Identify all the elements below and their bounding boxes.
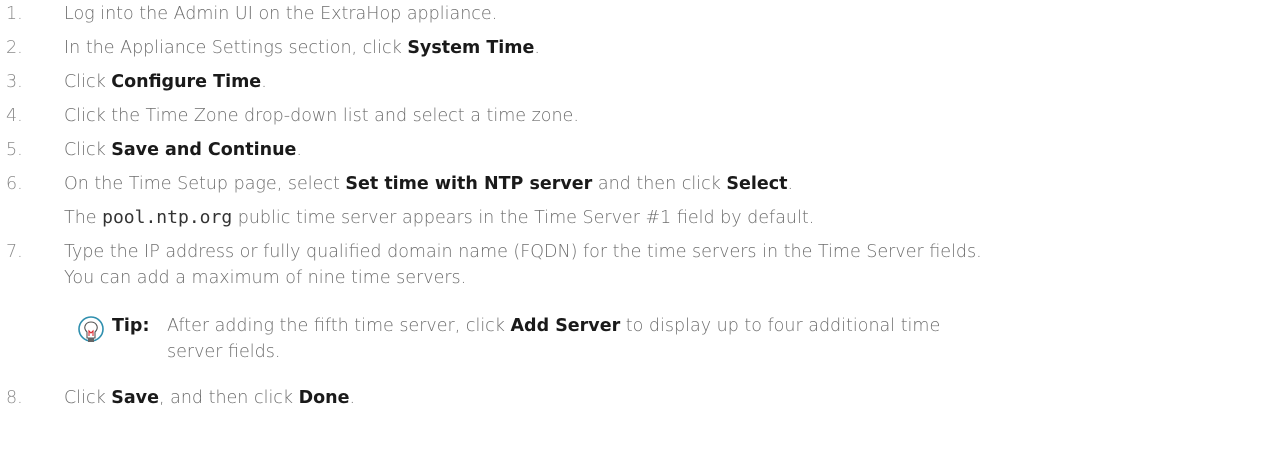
step-8-text: Click Save, and then click Done.: [64, 388, 356, 408]
step-1-text: Log into the Admin UI on the ExtraHop ap…: [64, 4, 498, 24]
step-6-note: The pool.ntp.org public time server appe…: [64, 207, 815, 228]
tip-label: Tip:: [112, 316, 150, 336]
step-number: 1.: [6, 4, 23, 24]
step-number: 3.: [6, 72, 23, 92]
step-number: 2.: [6, 38, 23, 58]
inline-code: pool.ntp.org: [102, 207, 233, 228]
tip-text: After adding the fifth time server, clic…: [167, 316, 941, 336]
step-number: 6.: [6, 174, 23, 194]
step-number: 7.: [6, 242, 23, 262]
step-7-text-continued: You can add a maximum of nine time serve…: [64, 268, 467, 288]
step-5-text: Click Save and Continue.: [64, 140, 302, 160]
step-number: 8.: [6, 388, 23, 408]
step-number: 4.: [6, 106, 23, 126]
step-3-text: Click Configure Time.: [64, 72, 267, 92]
tip-text-continued: server fields.: [167, 342, 281, 362]
step-2-text: In the Appliance Settings section, click…: [64, 38, 540, 58]
step-4-text: Click the Time Zone drop-down list and s…: [64, 106, 579, 126]
step-number: 5.: [6, 140, 23, 160]
step-7-text: Type the IP address or fully qualified d…: [64, 242, 982, 262]
lightbulb-icon: [78, 316, 104, 342]
step-6-text: On the Time Setup page, select Set time …: [64, 174, 794, 194]
